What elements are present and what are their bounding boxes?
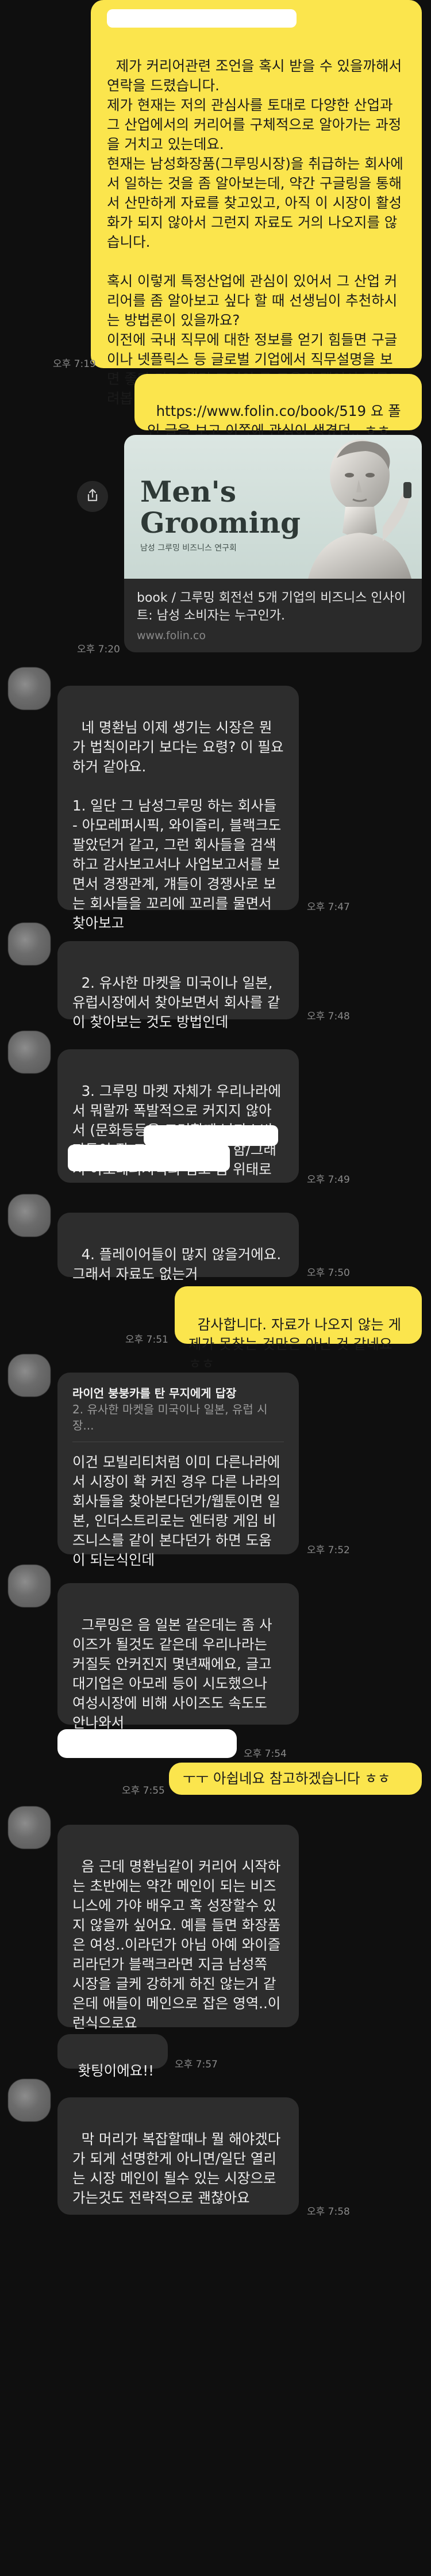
redacted-text [107, 9, 297, 28]
redacted-message [57, 1729, 237, 1758]
card-image-title: Grooming [140, 506, 301, 540]
redacted-text [144, 1125, 278, 1146]
redacted-text [68, 1145, 230, 1171]
message-time: 오후 7:50 [307, 1267, 350, 1279]
profile-avatar[interactable] [8, 1194, 51, 1237]
message-text: 네 명환님 이제 생기는 시장은 뭔가 법칙이라기 보다는 요령? 이 필요하거… [72, 719, 284, 931]
message-time: 오후 7:55 [122, 1785, 165, 1797]
profile-avatar[interactable] [8, 1806, 51, 1849]
my-message-bubble[interactable]: 감사합니다. 자료가 나오지 않는 게 제가 못찾는 것만은 아닌 것 같네요 … [175, 1286, 422, 1372]
other-message-bubble[interactable]: 2. 유사한 마켓을 미국이나 일본, 유럽시장에서 찾아보면서 회사를 같이 … [57, 941, 299, 1030]
message-time: 오후 7:52 [307, 1545, 350, 1556]
my-message-bubble[interactable]: 제가 커리어관련 조언을 혹시 받을 수 있을까해서 연락을 드렸습니다. 제가… [91, 0, 422, 407]
my-message-bubble[interactable]: https://www.folin.co/book/519 요 폴인 글을 보고… [134, 374, 422, 439]
message-time: 오후 7:19 [53, 358, 96, 370]
profile-avatar[interactable] [8, 2079, 51, 2122]
statue-illustration [308, 439, 411, 579]
message-time: 오후 7:51 [125, 1334, 168, 1346]
message-text: 감사합니다. 자료가 나오지 않는 게 제가 못찾는 것만은 아닌 것 같네요 … [188, 1316, 406, 1372]
other-message-bubble[interactable]: 음 근데 명환님같이 커리어 시작하는 초반에는 약간 메인이 되는 비즈니스에… [57, 1825, 299, 2031]
profile-avatar[interactable] [8, 1565, 51, 1607]
share-icon [85, 488, 100, 505]
message-text: 제가 커리어관련 조언을 혹시 받을 수 있을까해서 연락을 드렸습니다. 제가… [107, 58, 403, 407]
my-message-bubble[interactable]: ㅜㅜ 아쉽네요 참고하겠습니다 ㅎㅎ [169, 1763, 422, 1795]
other-message-bubble[interactable]: 막 머리가 복잡할때나 뭘 해야겠다가 되게 선명한게 아니면/일단 열리는 시… [57, 2097, 299, 2215]
message-time: 오후 7:54 [244, 1748, 287, 1760]
link-preview-image: Men's Grooming 남성 그루밍 비즈니스 연구회 [124, 435, 422, 579]
link-preview-card[interactable]: Men's Grooming 남성 그루밍 비즈니스 연구회 book / 그루… [124, 435, 422, 652]
message-time: 오후 7:58 [307, 2206, 350, 2218]
share-button[interactable] [77, 481, 108, 512]
message-text: https://www.folin.co/book/519 요 폴인 글을 보고… [147, 403, 401, 439]
card-image-title: Men's [140, 475, 236, 509]
message-text: 홧팅이에요!! [78, 2062, 154, 2079]
message-text: 막 머리가 복잡할때나 뭘 해야겠다가 되게 선명한게 아니면/일단 열리는 시… [72, 2131, 281, 2206]
message-text: 이건 모빌리티처럼 이미 다른나라에서 시장이 확 커진 경우 다른 나라의 회… [72, 1454, 286, 1568]
card-image-subtitle: 남성 그루밍 비즈니스 연구회 [140, 544, 237, 553]
profile-avatar[interactable] [8, 923, 51, 965]
other-message-bubble[interactable]: 4. 플레이어들이 많지 않을거에요. 그래서 자료도 없는거 [57, 1213, 299, 1282]
message-text: 2. 유사한 마켓을 미국이나 일본, 유럽시장에서 찾아보면서 회사를 같이 … [72, 974, 280, 1030]
message-text: 음 근데 명환님같이 커리어 시작하는 초반에는 약간 메인이 되는 비즈니스에… [72, 1858, 281, 2031]
message-text: ㅜㅜ 아쉽네요 참고하겠습니다 ㅎㅎ [183, 1770, 391, 1787]
message-time: 오후 7:48 [307, 1011, 350, 1022]
profile-avatar[interactable] [8, 667, 51, 710]
message-time: 오후 7:20 [77, 644, 120, 655]
link-preview-description: book / 그루밍 회전선 5개 기업의 비즈니스 인사이트: 남성 소비자는… [137, 591, 406, 623]
message-text: 그루밍은 음 일본 같은데는 좀 사이즈가 될것도 같은데 우리나라는 커질듯 … [72, 1616, 276, 1731]
message-time: 오후 7:47 [307, 901, 350, 913]
other-message-bubble[interactable]: 홧팅이에요!! [57, 2034, 168, 2079]
reply-target: 라이언 붕붕카를 탄 무지에게 답장 [72, 1386, 237, 1400]
profile-avatar[interactable] [8, 1031, 51, 1073]
other-message-bubble[interactable]: 그루밍은 음 일본 같은데는 좀 사이즈가 될것도 같은데 우리나라는 커질듯 … [57, 1583, 299, 1731]
message-time: 오후 7:57 [175, 2059, 218, 2070]
reply-quote[interactable]: 2. 유사한 마켓을 미국이나 일본, 유럽 시장... [72, 1401, 284, 1434]
other-message-bubble[interactable]: 네 명환님 이제 생기는 시장은 뭔가 법칙이라기 보다는 요령? 이 필요하거… [57, 686, 299, 931]
message-text: 4. 플레이어들이 많지 않을거에요. 그래서 자료도 없는거 [72, 1246, 286, 1282]
link-preview-domain: www.folin.co [137, 629, 206, 642]
reply-message-bubble[interactable]: 라이언 붕붕카를 탄 무지에게 답장 2. 유사한 마켓을 미국이나 일본, 유… [57, 1373, 299, 1568]
profile-avatar[interactable] [8, 1354, 51, 1397]
message-time: 오후 7:49 [307, 1174, 350, 1186]
